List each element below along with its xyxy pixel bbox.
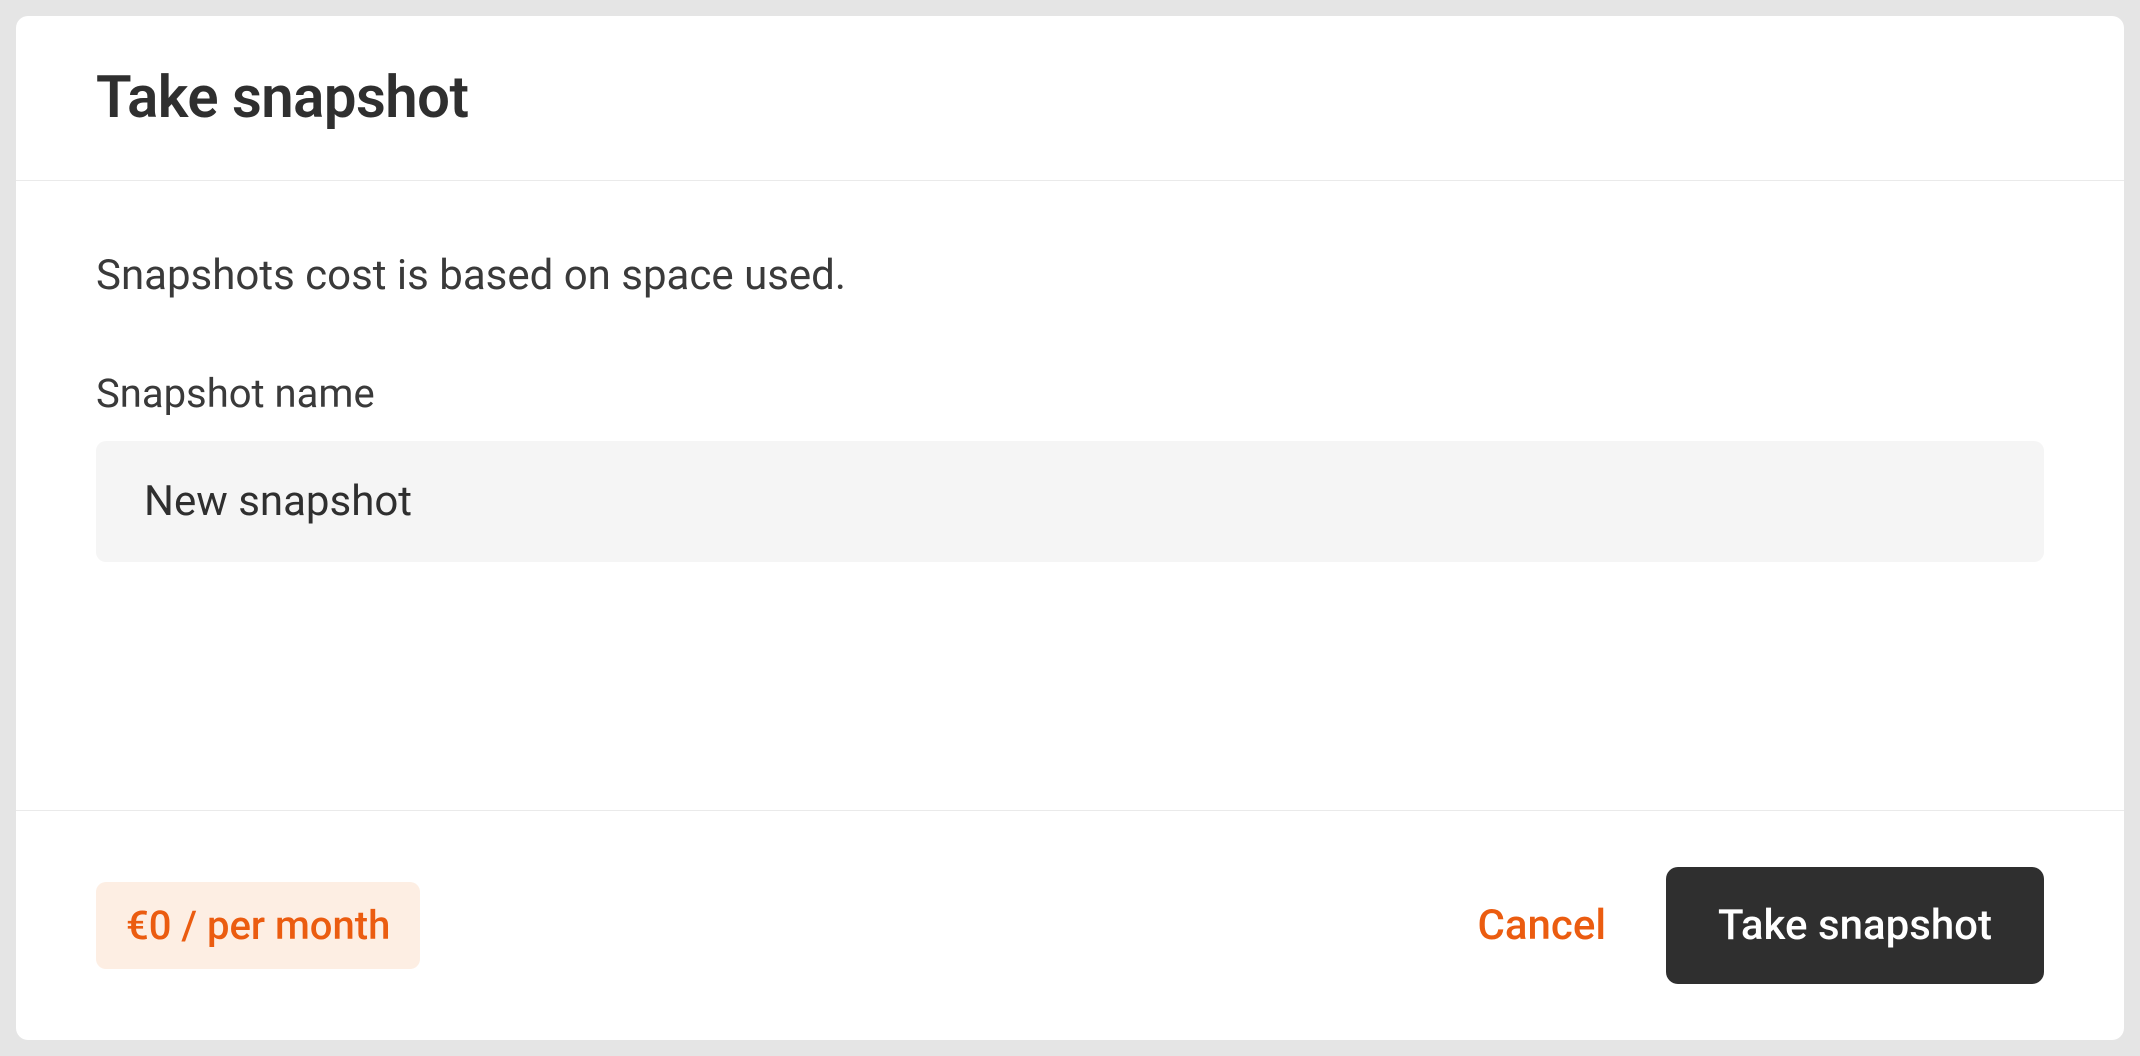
price-badge: €0 / per month <box>96 882 420 969</box>
dialog-header: Take snapshot <box>16 16 2124 181</box>
snapshot-dialog: Take snapshot Snapshots cost is based on… <box>16 16 2124 1040</box>
take-snapshot-button[interactable]: Take snapshot <box>1666 867 2044 984</box>
dialog-body: Snapshots cost is based on space used. S… <box>16 181 2124 810</box>
snapshot-name-label: Snapshot name <box>96 370 2044 417</box>
snapshot-name-input[interactable] <box>96 441 2044 562</box>
dialog-footer: €0 / per month Cancel Take snapshot <box>16 810 2124 1040</box>
cost-description: Snapshots cost is based on space used. <box>96 251 2044 300</box>
cancel-button[interactable]: Cancel <box>1477 891 1606 960</box>
footer-actions: Cancel Take snapshot <box>1477 867 2044 984</box>
dialog-title: Take snapshot <box>96 64 2044 132</box>
